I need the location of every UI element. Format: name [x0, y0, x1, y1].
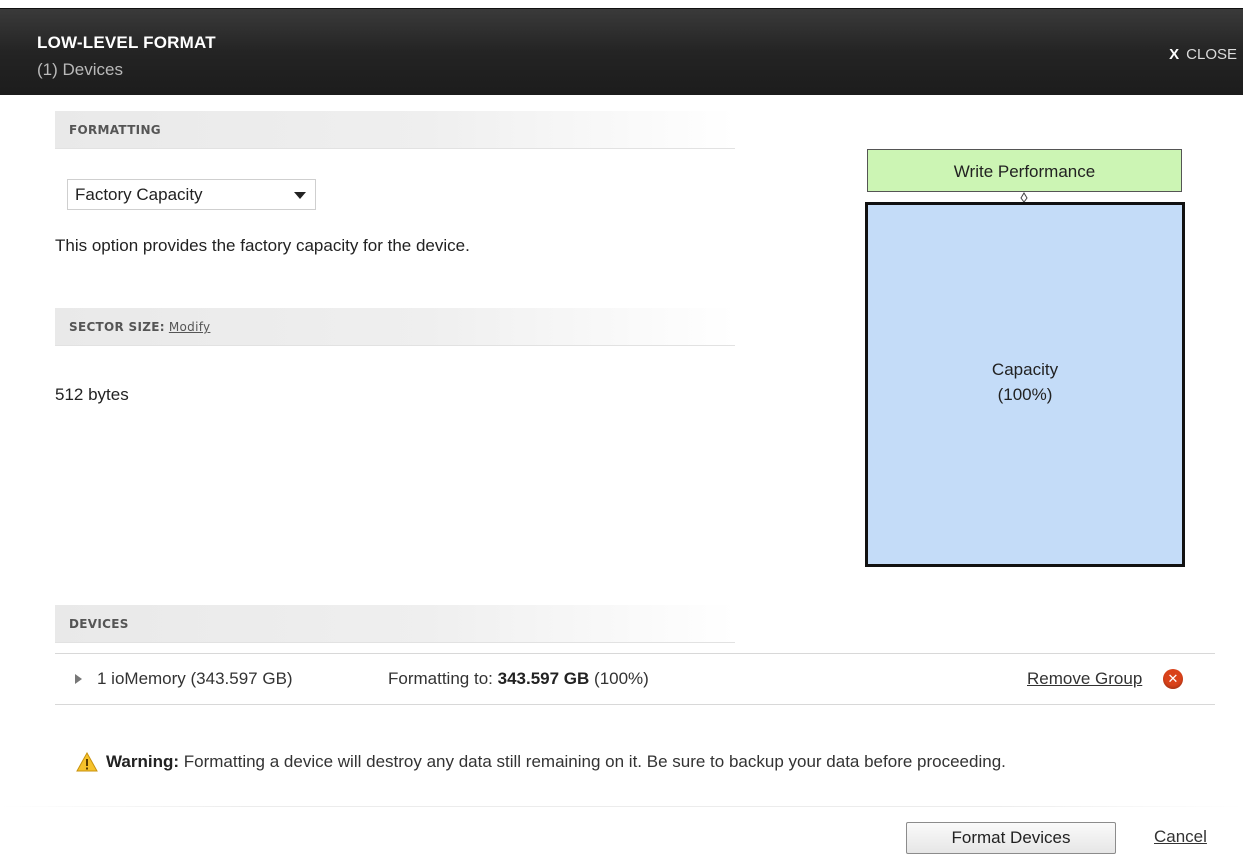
- format-devices-button[interactable]: Format Devices: [906, 822, 1116, 854]
- capacity-percent: (100%): [997, 385, 1053, 404]
- device-group-row: 1 ioMemory (343.597 GB) Formatting to: 3…: [55, 653, 1215, 705]
- devices-section-title: DEVICES: [69, 617, 129, 631]
- expand-arrow-icon[interactable]: [75, 674, 82, 684]
- footer-divider: [0, 806, 1243, 807]
- formatting-to-text: Formatting to: 343.597 GB (100%): [388, 669, 649, 689]
- sector-size-title-text: SECTOR SIZE:: [69, 320, 165, 334]
- warning-label: Warning:: [106, 752, 180, 771]
- devices-section-header: DEVICES: [55, 605, 735, 643]
- device-group-name[interactable]: 1 ioMemory (343.597 GB): [97, 669, 293, 689]
- sector-size-value: 512 bytes: [55, 385, 129, 404]
- formatting-to-label: Formatting to:: [388, 669, 493, 688]
- close-label[interactable]: CLOSE: [1186, 46, 1237, 63]
- remove-group-link[interactable]: Remove Group: [1027, 669, 1142, 689]
- sector-size-section-header: SECTOR SIZE: Modify: [55, 308, 735, 346]
- warning-text-line: Warning: Formatting a device will destro…: [106, 752, 1006, 772]
- modify-sector-size-link[interactable]: Modify: [169, 320, 211, 334]
- formatting-option-select[interactable]: Factory Capacity: [67, 179, 316, 210]
- dialog-title: LOW-LEVEL FORMAT: [37, 33, 216, 52]
- formatting-description: This option provides the factory capacit…: [55, 236, 470, 255]
- sector-size-section-title: SECTOR SIZE: Modify: [69, 320, 210, 334]
- chevron-down-icon[interactable]: [294, 192, 306, 199]
- capacity-label: Capacity: [991, 360, 1059, 379]
- formatting-section-header: FORMATTING: [55, 111, 735, 149]
- remove-group-icon[interactable]: ✕: [1163, 669, 1183, 689]
- formatting-section-title: FORMATTING: [69, 123, 161, 137]
- close-icon[interactable]: X: [1169, 46, 1179, 63]
- warning-text: Formatting a device will destroy any dat…: [183, 752, 1006, 771]
- write-performance-box: Write Performance: [867, 149, 1182, 192]
- dialog-subtitle: (1) Devices: [37, 60, 123, 79]
- dialog-titlebar: LOW-LEVEL FORMAT (1) Devices X CLOSE: [0, 8, 1243, 95]
- formatting-to-percent: (100%): [594, 669, 649, 688]
- cancel-link[interactable]: Cancel: [1154, 827, 1207, 847]
- close-button[interactable]: X CLOSE: [1169, 46, 1237, 63]
- formatting-option-value[interactable]: Factory Capacity: [75, 185, 203, 205]
- warning-triangle-icon: [76, 752, 98, 772]
- capacity-box: Capacity (100%): [865, 202, 1185, 567]
- formatting-to-size: 343.597 GB: [497, 669, 590, 688]
